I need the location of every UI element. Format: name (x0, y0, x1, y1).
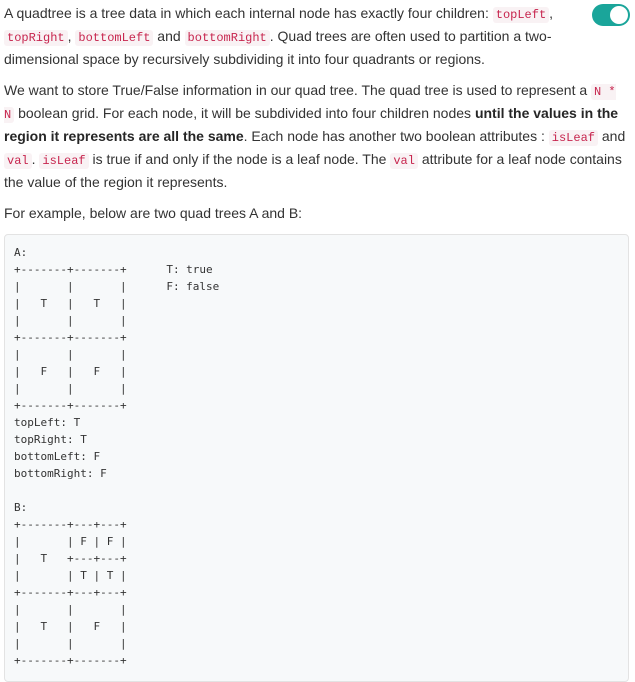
theme-toggle[interactable] (592, 4, 630, 26)
code-val: val (4, 153, 32, 169)
intro-paragraph: A quadtree is a tree data in which each … (4, 3, 629, 70)
code-bottomleft: bottomLeft (75, 30, 154, 46)
code-isleaf: isLeaf (548, 130, 598, 146)
para-text: boolean grid. For each node, it will be … (14, 105, 475, 121)
para-text: We want to store True/False information … (4, 82, 592, 98)
code-topleft: topLeft (492, 7, 550, 23)
problem-description: A quadtree is a tree data in which each … (0, 0, 635, 682)
code-val: val (390, 153, 418, 169)
description-paragraph: We want to store True/False information … (4, 80, 629, 193)
para-text: . Each node has another two boolean attr… (243, 128, 549, 144)
example-code-block: A: +-------+-------+ T: true | | | F: fa… (4, 234, 629, 682)
para-text: is true if and only if the node is a lea… (88, 151, 391, 167)
toggle-knob (610, 6, 628, 24)
intro-text: and (153, 28, 185, 44)
code-isleaf: isLeaf (39, 153, 89, 169)
intro-text: A quadtree is a tree data in which each … (4, 5, 493, 21)
intro-text: , (549, 5, 554, 21)
para-text: and (597, 128, 626, 144)
example-intro: For example, below are two quad trees A … (4, 205, 303, 221)
code-topright: topRight (4, 30, 68, 46)
code-bottomright: bottomRight (184, 30, 270, 46)
